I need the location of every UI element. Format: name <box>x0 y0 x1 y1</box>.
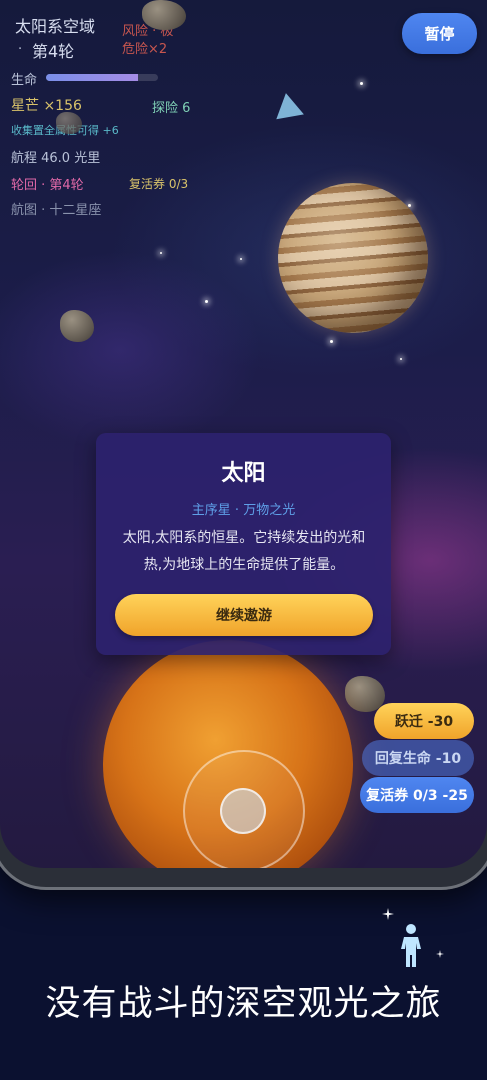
explore-count: 探险 6 <box>152 101 191 116</box>
revive-ticket-count: 复活券 0/3 <box>129 177 189 191</box>
pause-button[interactable]: 暂停 <box>402 13 477 54</box>
game-screen[interactable]: 太阳系空域 · 第4轮 风险 · 极 危险×2 生命 星芒 ×156 探险 6 … <box>0 0 487 868</box>
card-description: 太阳,太阳系的恒星。它持续发出的光和热,为地球上的生命提供了能量。 <box>122 530 366 573</box>
round-bullet: · <box>18 42 23 57</box>
star <box>160 252 162 254</box>
star <box>400 358 402 360</box>
asteroid[interactable] <box>56 112 82 134</box>
promo-caption: 没有战斗的深空观光之旅 <box>45 984 442 1024</box>
round-indicator: 第4轮 <box>32 42 75 61</box>
warp-button[interactable]: 跃迁 -30 <box>374 703 474 739</box>
star <box>360 82 363 85</box>
asteroid[interactable] <box>142 0 186 30</box>
route-map: 航图 · 十二星座 <box>11 203 102 218</box>
hp-bar-fill <box>46 74 138 81</box>
revive-button[interactable]: 复活券 0/3 -25 <box>360 777 474 813</box>
star <box>330 340 333 343</box>
sparkle-icon <box>382 908 394 920</box>
card-tag: 主序星 · 万物之光 <box>191 503 296 518</box>
cycle-label: 轮回 · 第4轮 <box>11 178 84 193</box>
star <box>205 300 208 303</box>
region-name: 太阳系空域 <box>15 17 96 36</box>
danger-count: 危险×2 <box>122 42 168 57</box>
crystal-fragment[interactable] <box>272 90 304 120</box>
celestial-info-card: 太阳 主序星 · 万物之光 太阳,太阳系的恒星。它持续发出的光和热,为地球上的生… <box>96 433 391 655</box>
joystick-knob[interactable] <box>220 788 266 834</box>
hp-label: 生命 <box>11 73 38 88</box>
voyage-distance: 航程 46.0 光里 <box>11 151 101 166</box>
asteroid[interactable] <box>60 310 94 342</box>
astronaut-icon <box>401 924 421 967</box>
heal-button[interactable]: 回复生命 -10 <box>362 740 474 776</box>
hp-bar <box>46 74 158 81</box>
card-title: 太阳 <box>221 461 266 486</box>
planet-jupiter[interactable] <box>278 183 428 333</box>
continue-button[interactable]: 继续遨游 <box>115 594 373 636</box>
sparkle-icon <box>436 950 444 958</box>
star <box>240 258 242 260</box>
